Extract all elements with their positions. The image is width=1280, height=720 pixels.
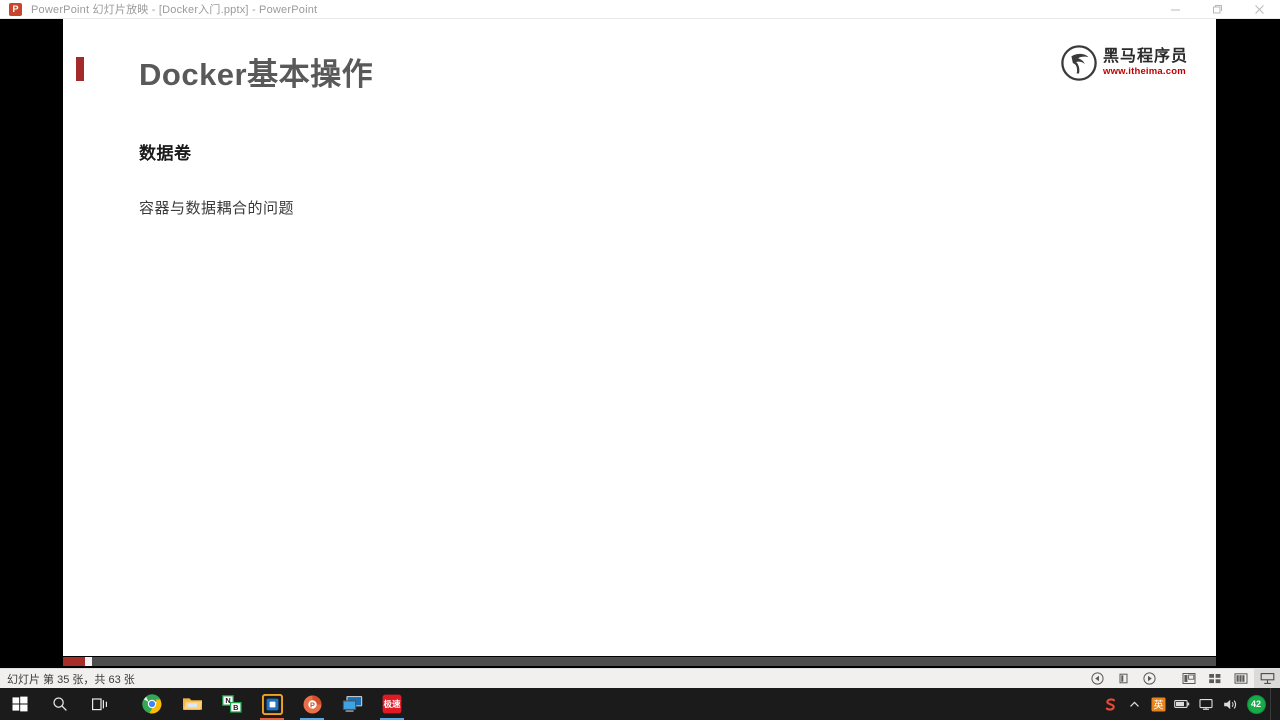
itheima-logo: 黑马程序员 www.itheima.com	[1060, 44, 1188, 82]
restore-button[interactable]	[1196, 0, 1238, 19]
slide-sorter-button[interactable]	[1202, 669, 1228, 689]
chrome-taskbar-icon[interactable]	[132, 688, 172, 720]
powerpoint-icon-letter: P	[12, 3, 19, 14]
show-desktop-button[interactable]	[1270, 688, 1276, 720]
reading-view-button[interactable]	[1228, 669, 1254, 689]
logo-url: www.itheima.com	[1102, 66, 1186, 78]
svg-text:英: 英	[1153, 698, 1163, 711]
vmware-taskbar-icon[interactable]	[252, 688, 292, 720]
nb-app-taskbar-icon[interactable]: N B	[212, 688, 252, 720]
pause-button[interactable]	[1110, 669, 1136, 689]
remote-desktop-taskbar-icon[interactable]	[332, 688, 372, 720]
window-titlebar: P PowerPoint 幻灯片放映 - [Docker入门.pptx] - P…	[0, 0, 1280, 19]
task-view-button[interactable]	[80, 688, 120, 720]
start-button[interactable]	[0, 688, 40, 720]
window-title: PowerPoint 幻灯片放映 - [Docker入门.pptx] - Pow…	[31, 4, 318, 16]
battery-tray-icon[interactable]	[1170, 688, 1194, 720]
slideshow-stage[interactable]: Docker基本操作 黑马程序员 www.itheima.com 数据卷 容器与…	[0, 19, 1280, 656]
file-explorer-taskbar-icon[interactable]	[172, 688, 212, 720]
logo-name: 黑马程序员	[1102, 48, 1188, 66]
slideshow-progress-row	[0, 656, 1280, 668]
status-bar: 幻灯片 第 35 张，共 63 张	[0, 668, 1280, 689]
body-line: 容器与数据耦合的问题	[139, 200, 295, 217]
slide-canvas[interactable]: Docker基本操作 黑马程序员 www.itheima.com 数据卷 容器与…	[63, 19, 1216, 656]
window-controls	[1154, 0, 1280, 19]
status-bar-controls	[1084, 668, 1280, 689]
red-app-taskbar-icon[interactable]: 极速	[372, 688, 412, 720]
network-tray-icon[interactable]	[1194, 688, 1218, 720]
ime-tray-icon[interactable]: 英	[1146, 688, 1170, 720]
svg-text:P: P	[310, 700, 315, 709]
horse-head-logo-icon	[1061, 45, 1097, 81]
powerpoint-taskbar-icon[interactable]: P	[292, 688, 332, 720]
notification-badge[interactable]: 42	[1242, 688, 1270, 720]
body-heading: 数据卷	[139, 144, 192, 163]
slideshow-progress-track[interactable]	[63, 657, 1216, 666]
powerpoint-icon: P	[9, 2, 22, 16]
system-tray: 英 42	[1098, 688, 1280, 720]
windows-taskbar: N B P 极速 英 42	[0, 688, 1280, 720]
close-button[interactable]	[1238, 0, 1280, 19]
volume-tray-icon[interactable]	[1218, 688, 1242, 720]
notification-badge-count: 42	[1246, 694, 1266, 714]
next-slide-button[interactable]	[1136, 669, 1162, 689]
svg-text:N: N	[225, 696, 230, 705]
svg-text:B: B	[233, 703, 238, 712]
slideshow-progress-fill	[63, 657, 85, 666]
minimize-button[interactable]	[1154, 0, 1196, 19]
show-hidden-icons-chevron-icon[interactable]	[1122, 688, 1146, 720]
red-app-icon-label: 极速	[383, 699, 401, 709]
slide-title: Docker基本操作	[139, 57, 374, 92]
slide-counter-text: 幻灯片 第 35 张，共 63 张	[7, 673, 135, 686]
search-button[interactable]	[40, 688, 80, 720]
previous-slide-button[interactable]	[1084, 669, 1110, 689]
title-accent-bar	[76, 57, 84, 81]
normal-view-button[interactable]	[1176, 669, 1202, 689]
sogou-input-tray-icon[interactable]	[1098, 688, 1122, 720]
slideshow-progress-gap	[85, 657, 92, 666]
slideshow-button[interactable]	[1254, 668, 1280, 689]
